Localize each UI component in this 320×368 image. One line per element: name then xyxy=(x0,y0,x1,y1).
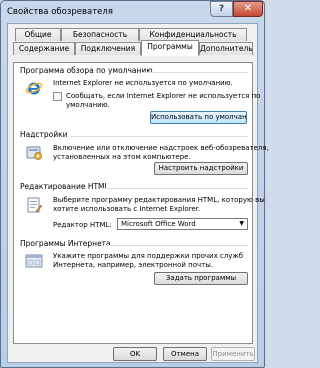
ok-button[interactable]: OK xyxy=(113,347,157,361)
addons-icon xyxy=(26,146,42,160)
divider xyxy=(102,188,248,189)
help-button[interactable]: ? xyxy=(210,1,233,17)
html-editor-icon xyxy=(27,197,43,213)
dialog-body: Общие Безопасность Конфиденциальность Со… xyxy=(7,23,269,363)
internet-programs-heading: Программы Интернета xyxy=(20,239,111,248)
default-browser-status: Internet Explorer не используется по умо… xyxy=(53,79,233,87)
addons-desc-line2: установленных на этом компьютере. xyxy=(53,153,191,161)
window-title: Свойства обозревателя xyxy=(7,7,113,17)
html-editing-desc-line2: хотите использовать с Internet Explorer. xyxy=(53,205,201,213)
close-button[interactable]: ✕ xyxy=(233,1,263,17)
tab-connections[interactable]: Подключения xyxy=(75,42,141,55)
html-editor-label: Редактор HTML: xyxy=(53,221,112,229)
set-programs-button[interactable]: Задать программы xyxy=(154,272,248,285)
html-editor-select-value: Microsoft Office Word xyxy=(121,220,196,228)
notify-default-checkbox[interactable] xyxy=(53,92,62,101)
divider xyxy=(70,136,248,137)
make-default-button[interactable]: Использовать по умолчанию xyxy=(150,111,247,124)
tab-programs[interactable]: Программы xyxy=(141,40,199,56)
divider xyxy=(142,72,248,73)
internet-explorer-icon xyxy=(25,82,43,95)
manage-addons-button[interactable]: Настроить надстройки xyxy=(154,162,248,175)
html-editor-select[interactable]: Microsoft Office Word ▼ xyxy=(117,218,248,230)
tab-content[interactable]: Содержание xyxy=(13,42,75,55)
internet-programs-desc-line2: Интернета, например, электронной почты. xyxy=(53,261,213,269)
notify-default-label-line2: умолчанию. xyxy=(66,101,110,109)
apply-button[interactable]: Применить xyxy=(211,347,255,361)
addons-heading: Надстройки xyxy=(20,130,68,139)
title-bar[interactable]: Свойства обозревателя ? ✕ xyxy=(1,1,264,23)
internet-programs-desc-line1: Укажите программы для поддержки прочих с… xyxy=(53,252,244,260)
programs-panel: Программа обзора по умолчанию Internet E… xyxy=(13,62,269,344)
notify-default-label-line1: Сообщать, если Internet Explorer не испо… xyxy=(66,92,261,100)
cancel-button[interactable]: Отмена xyxy=(163,347,207,361)
tab-general[interactable]: Общие xyxy=(15,28,61,41)
html-editing-desc-line1: Выберите программу редактирования HTML, … xyxy=(53,196,265,204)
chevron-down-icon: ▼ xyxy=(239,220,244,227)
tab-security[interactable]: Безопасность xyxy=(61,28,139,41)
dialog-window: Свойства обозревателя ? ✕ Общие Безопасн… xyxy=(0,0,269,368)
default-browser-heading: Программа обзора по умолчанию xyxy=(20,66,153,75)
addons-desc-line1: Включение или отключение надстроек веб-о… xyxy=(53,144,269,152)
internet-programs-icon xyxy=(25,254,43,268)
tab-advanced[interactable]: Дополнительно xyxy=(199,42,253,55)
html-editing-heading: Редактирование HTML xyxy=(20,182,109,191)
divider xyxy=(106,245,248,246)
